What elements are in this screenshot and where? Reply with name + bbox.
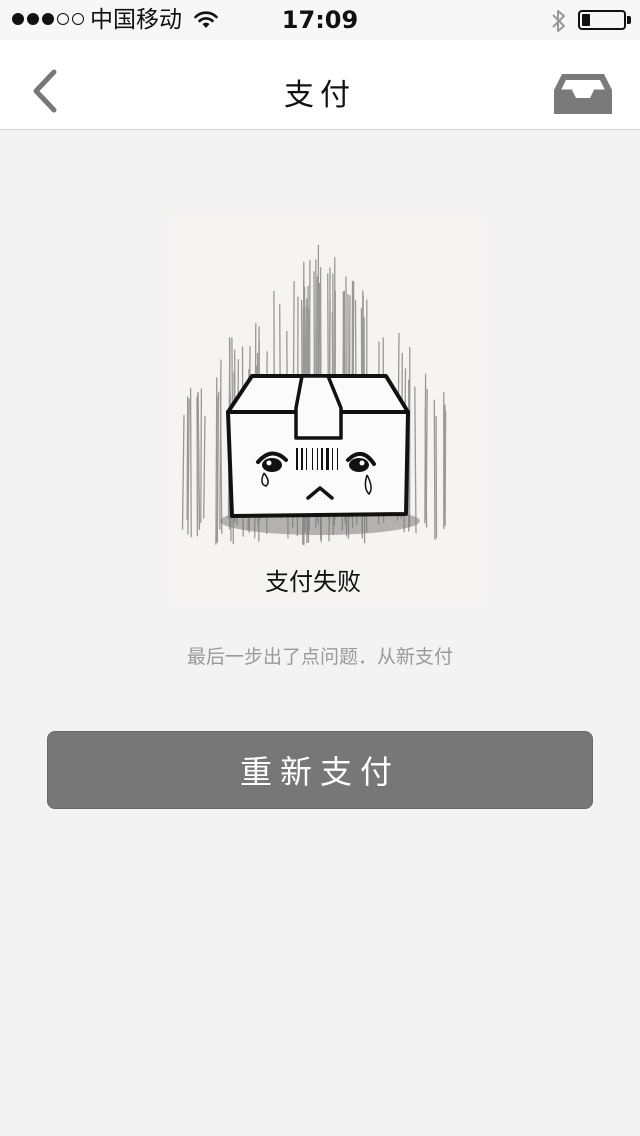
battery-icon (578, 10, 626, 30)
retry-payment-label: 重新支付 (239, 753, 400, 791)
payment-failed-description: 最后一步出了点问题．从新支付 (186, 646, 453, 668)
sad-box-icon (181, 244, 447, 546)
illustration (168, 216, 488, 601)
inbox-tray-icon (554, 74, 612, 114)
status-bar: 中国移动 17:09 (0, 0, 640, 40)
navigation-bar: 支付 (0, 40, 640, 130)
battery-tip (627, 16, 631, 24)
inbox-button[interactable] (552, 70, 614, 118)
bluetooth-icon (552, 10, 565, 32)
page-title: 支付 (284, 78, 356, 113)
payment-failed-title: 支付失败 (265, 568, 361, 596)
retry-payment-button[interactable]: 重新支付 (47, 731, 593, 809)
clock: 17:09 (281, 6, 359, 34)
